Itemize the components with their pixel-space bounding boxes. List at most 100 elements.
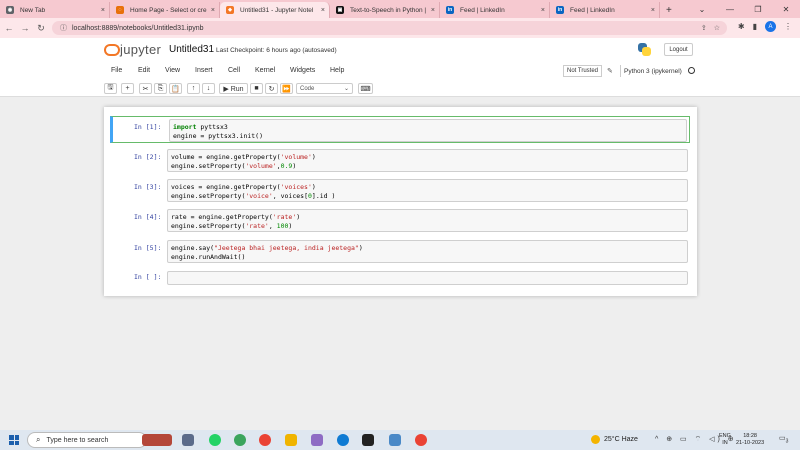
code-line: engine.setProperty('volume',0.9) xyxy=(171,162,297,170)
jupyter-menubar: File Edit View Insert Cell Kernel Widget… xyxy=(0,62,800,80)
cut-icon[interactable]: ✂ xyxy=(139,83,152,94)
language-indicator[interactable]: ENG IN xyxy=(719,433,731,447)
cell-code-editor[interactable]: import pyttsx3 engine = pyttsx3.init() xyxy=(169,119,687,142)
restart-run-all-icon[interactable]: ⏩ xyxy=(280,83,293,94)
interrupt-icon[interactable]: ■ xyxy=(250,83,263,94)
run-button[interactable]: ▶ Run xyxy=(219,83,248,94)
taskbar-clock[interactable]: 18:28 21-10-2023 xyxy=(736,433,764,447)
move-down-icon[interactable]: ↓ xyxy=(202,83,215,94)
close-window-icon[interactable]: ✕ xyxy=(772,5,800,14)
url-input[interactable]: ⓘ localhost:8889/notebooks/Untitled31.ip… xyxy=(52,21,727,35)
restart-icon[interactable]: ↻ xyxy=(265,83,278,94)
tab-label: Home Page - Select or cre xyxy=(130,6,207,14)
app-icon-green[interactable] xyxy=(234,434,246,446)
weather-widget[interactable]: 25°C Haze xyxy=(591,435,638,444)
browser-tab-jupyter[interactable]: ◆ Untitled31 - Jupyter Notel × xyxy=(220,2,330,18)
profile-avatar[interactable]: A xyxy=(765,21,776,32)
cell-code-editor[interactable]: voices = engine.getProperty('voices') en… xyxy=(167,179,688,202)
keyboard-icon[interactable]: ⌨ xyxy=(358,83,373,94)
menu-file[interactable]: File xyxy=(111,67,122,74)
browser-tab-tts[interactable]: ▣ Text-to-Speech in Python | × xyxy=(330,2,440,18)
forward-icon[interactable]: → xyxy=(18,23,32,33)
cell-code-editor[interactable]: engine.say("Jeetega bhai jeetega, india … xyxy=(167,240,688,263)
code-cell[interactable]: In [5]: engine.say("Jeetega bhai jeetega… xyxy=(111,238,690,265)
reload-icon[interactable]: ↻ xyxy=(34,23,48,34)
code-cell[interactable]: In [ ]: xyxy=(111,269,690,296)
cell-code-editor[interactable] xyxy=(167,271,688,285)
add-cell-icon[interactable]: + xyxy=(121,83,134,94)
browser-toolbar-right: ✱ ▮ A ⋮ xyxy=(738,21,792,32)
jupyter-header: jupyter Untitled31 Last Checkpoint: 6 ho… xyxy=(0,38,800,62)
menu-edit[interactable]: Edit xyxy=(138,67,150,74)
windows-start-icon[interactable] xyxy=(9,435,19,445)
taskbar-search-input[interactable]: ⌕ Type here to search xyxy=(27,432,147,448)
chrome-taskbar-icon[interactable] xyxy=(259,434,271,446)
app-icon-blue[interactable] xyxy=(389,434,401,446)
jupyter-logo[interactable]: jupyter xyxy=(104,42,161,57)
browser-tab-linkedin-2[interactable]: in Feed | LinkedIn × xyxy=(550,2,660,18)
site-info-icon[interactable]: ⓘ xyxy=(60,23,67,33)
cell-prompt: In [2]: xyxy=(134,153,162,161)
pencil-icon[interactable]: ✎ xyxy=(607,67,613,75)
notification-icon[interactable]: ▭3 xyxy=(779,434,790,445)
task-view-icon[interactable] xyxy=(182,434,194,446)
new-tab-button[interactable]: + xyxy=(666,5,672,18)
code-line: rate = engine.getProperty('rate') xyxy=(171,213,301,221)
minimize-icon[interactable]: — xyxy=(716,5,744,14)
tab-close-icon[interactable]: × xyxy=(321,7,325,14)
extensions-icon[interactable]: ✱ xyxy=(738,22,745,31)
tab-close-icon[interactable]: × xyxy=(211,7,215,14)
terminal-icon[interactable] xyxy=(362,434,374,446)
edge-icon[interactable] xyxy=(337,434,349,446)
code-line: engine.runAndWait() xyxy=(171,253,246,261)
trust-status-button[interactable]: Not Trusted xyxy=(563,65,603,77)
browser-menu-icon[interactable]: ⋮ xyxy=(784,22,792,31)
cell-code-editor[interactable]: rate = engine.getProperty('rate') engine… xyxy=(167,209,688,232)
browser-tab-home-page[interactable]: ◌ Home Page - Select or cre × xyxy=(110,2,220,18)
browser-tab-new-tab[interactable]: ◉ New Tab × xyxy=(0,2,110,18)
bookmark-star-icon[interactable]: ☆ xyxy=(714,24,720,32)
tab-close-icon[interactable]: × xyxy=(431,7,435,14)
tab-close-icon[interactable]: × xyxy=(651,7,655,14)
sun-icon xyxy=(591,435,600,444)
code-cell[interactable]: In [2]: volume = engine.getProperty('vol… xyxy=(111,147,690,174)
whatsapp-icon[interactable] xyxy=(209,434,221,446)
code-string: 'volume' xyxy=(245,162,277,170)
menu-insert[interactable]: Insert xyxy=(195,67,213,74)
menu-widgets[interactable]: Widgets xyxy=(290,67,315,74)
copy-icon[interactable]: ⎘ xyxy=(154,83,167,94)
tab-close-icon[interactable]: × xyxy=(541,7,545,14)
search-icon: ⌕ xyxy=(36,435,41,444)
cell-type-select[interactable]: Code ⌄ xyxy=(296,83,353,94)
side-panel-icon[interactable]: ▮ xyxy=(753,22,757,31)
cell-code-editor[interactable]: volume = engine.getProperty('volume') en… xyxy=(167,149,688,172)
app-icon-purple[interactable] xyxy=(311,434,323,446)
url-text: localhost:8889/notebooks/Untitled31.ipyn… xyxy=(72,24,204,32)
notebook-container: In [1]: import pyttsx3 engine = pyttsx3.… xyxy=(104,107,697,296)
back-icon[interactable]: ← xyxy=(2,23,16,33)
file-explorer-icon[interactable] xyxy=(285,434,297,446)
jupyter-toolbar: 🖫 + ✂ ⎘ 📋 ↑ ↓ ▶ Run ■ ↻ ⏩ Code ⌄ ⌨ xyxy=(0,80,800,97)
tab-search-icon[interactable]: ⌄ xyxy=(688,5,716,14)
cricket-widget-icon[interactable] xyxy=(142,434,172,446)
move-up-icon[interactable]: ↑ xyxy=(187,83,200,94)
code-cell[interactable]: In [3]: voices = engine.getProperty('voi… xyxy=(111,177,690,204)
chrome-active-icon[interactable] xyxy=(415,434,427,446)
save-icon[interactable]: 🖫 xyxy=(104,83,117,94)
notebook-name[interactable]: Untitled31 xyxy=(169,44,214,55)
menu-view[interactable]: View xyxy=(165,67,180,74)
code-cell[interactable]: In [4]: rate = engine.getProperty('rate'… xyxy=(111,207,690,234)
paste-icon[interactable]: 📋 xyxy=(169,83,182,94)
code-cell[interactable]: In [1]: import pyttsx3 engine = pyttsx3.… xyxy=(110,116,690,143)
logout-button[interactable]: Logout xyxy=(664,43,693,56)
jupyter-logo-text: jupyter xyxy=(120,42,162,57)
menu-cell[interactable]: Cell xyxy=(228,67,240,74)
share-icon[interactable]: ⇪ xyxy=(701,24,707,32)
cell-prompt: In [3]: xyxy=(134,183,162,191)
menu-kernel[interactable]: Kernel xyxy=(255,67,275,74)
maximize-icon[interactable]: ❐ xyxy=(744,5,772,14)
tab-label: Feed | LinkedIn xyxy=(570,6,615,14)
tab-close-icon[interactable]: × xyxy=(101,7,105,14)
menu-help[interactable]: Help xyxy=(330,67,344,74)
browser-tab-linkedin-1[interactable]: in Feed | LinkedIn × xyxy=(440,2,550,18)
